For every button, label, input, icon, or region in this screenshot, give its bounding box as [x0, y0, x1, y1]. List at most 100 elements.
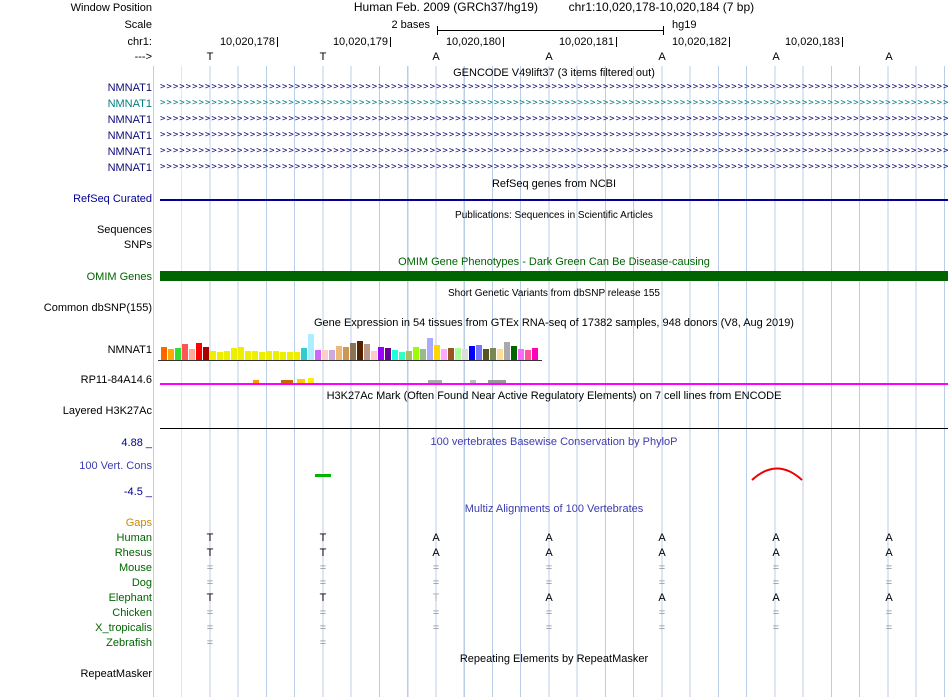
gtex-bar[interactable]	[273, 351, 279, 360]
gtex-bar[interactable]	[210, 351, 216, 360]
gencode-gene-arrow-row[interactable]: >>>>>>>>>>>>>>>>>>>>>>>>>>>>>>>>>>>>>>>>…	[160, 114, 948, 126]
gtex-bar[interactable]	[266, 351, 272, 360]
gtex-bar[interactable]	[336, 346, 342, 360]
gencode-gene-label[interactable]: NMNAT1	[0, 130, 152, 143]
track-label-gtex-nmnat1[interactable]: NMNAT1	[0, 344, 152, 357]
gtex-bar[interactable]	[168, 349, 174, 360]
track-label-rp11[interactable]: RP11-84A14.6	[0, 374, 152, 387]
gtex-bar[interactable]	[490, 348, 496, 360]
rp11-item-line[interactable]	[160, 383, 948, 385]
gtex-bar[interactable]	[280, 352, 286, 360]
track-label-sequences[interactable]: Sequences	[0, 224, 152, 237]
gtex-bar[interactable]	[497, 349, 503, 360]
gtex-bar[interactable]	[238, 347, 244, 360]
multiz-row-label[interactable]: Rhesus	[0, 547, 152, 560]
track-title-phylop[interactable]: 100 vertebrates Basewise Conservation by…	[160, 436, 948, 449]
gtex-bar[interactable]	[511, 346, 517, 360]
gtex-bar[interactable]	[308, 334, 314, 360]
gtex-bar[interactable]	[350, 343, 356, 360]
gtex-bar[interactable]	[182, 344, 188, 360]
gtex-bar[interactable]	[175, 348, 181, 360]
gencode-gene-arrow-row[interactable]: >>>>>>>>>>>>>>>>>>>>>>>>>>>>>>>>>>>>>>>>…	[160, 162, 948, 174]
gencode-gene-arrow-row[interactable]: >>>>>>>>>>>>>>>>>>>>>>>>>>>>>>>>>>>>>>>>…	[160, 82, 948, 94]
gtex-bar[interactable]	[371, 351, 377, 360]
gtex-bar[interactable]	[455, 348, 461, 360]
gtex-bar[interactable]	[462, 349, 468, 360]
gtex-bar[interactable]	[399, 352, 405, 360]
gtex-bar[interactable]	[322, 350, 328, 360]
gtex-bar[interactable]	[217, 352, 223, 360]
multiz-row-label[interactable]: X_tropicalis	[0, 622, 152, 635]
track-label-repeatmasker[interactable]: RepeatMasker	[0, 668, 152, 681]
gtex-bar[interactable]	[378, 347, 384, 360]
track-title-repeatmasker[interactable]: Repeating Elements by RepeatMasker	[160, 653, 948, 666]
multiz-row-label[interactable]: Elephant	[0, 592, 152, 605]
gtex-bar[interactable]	[252, 351, 258, 360]
multiz-row-label[interactable]: Human	[0, 532, 152, 545]
track-title-gtex[interactable]: Gene Expression in 54 tissues from GTEx …	[160, 317, 948, 330]
gtex-bar[interactable]	[364, 344, 370, 360]
gtex-bar[interactable]	[525, 350, 531, 360]
gencode-gene-arrow-row[interactable]: >>>>>>>>>>>>>>>>>>>>>>>>>>>>>>>>>>>>>>>>…	[160, 130, 948, 142]
gtex-bar[interactable]	[224, 351, 230, 360]
scale-value: 2 bases	[391, 19, 430, 31]
gencode-gene-label[interactable]: NMNAT1	[0, 82, 152, 95]
gencode-gene-arrow-row[interactable]: >>>>>>>>>>>>>>>>>>>>>>>>>>>>>>>>>>>>>>>>…	[160, 98, 948, 110]
gencode-gene-label[interactable]: NMNAT1	[0, 162, 152, 175]
track-title-gencode[interactable]: GENCODE V49lift37 (3 items filtered out)	[160, 67, 948, 80]
gtex-bar[interactable]	[287, 352, 293, 360]
gtex-bar[interactable]	[441, 349, 447, 360]
track-label-phylop[interactable]: 100 Vert. Cons	[0, 460, 152, 473]
gtex-bar[interactable]	[161, 347, 167, 360]
gtex-bar[interactable]	[189, 349, 195, 360]
track-label-h3k27ac[interactable]: Layered H3K27Ac	[0, 405, 152, 418]
gtex-bar[interactable]	[434, 345, 440, 360]
gtex-bar[interactable]	[357, 341, 363, 360]
multiz-row-label[interactable]: Chicken	[0, 607, 152, 620]
gencode-gene-label[interactable]: NMNAT1	[0, 98, 152, 111]
gtex-bar[interactable]	[427, 338, 433, 360]
multiz-row-label[interactable]: Mouse	[0, 562, 152, 575]
gtex-bar[interactable]	[469, 346, 475, 360]
gtex-bar[interactable]	[294, 352, 300, 360]
gtex-bar[interactable]	[518, 349, 524, 360]
gtex-bar[interactable]	[532, 348, 538, 360]
track-label-omim-genes[interactable]: OMIM Genes	[0, 271, 152, 284]
gencode-gene-arrow-row[interactable]: >>>>>>>>>>>>>>>>>>>>>>>>>>>>>>>>>>>>>>>>…	[160, 146, 948, 158]
track-label-snps[interactable]: SNPs	[0, 239, 152, 252]
gtex-bar[interactable]	[259, 352, 265, 360]
track-label-refseq-curated[interactable]: RefSeq Curated	[0, 193, 152, 206]
gtex-bar[interactable]	[203, 347, 209, 360]
gencode-gene-label[interactable]: NMNAT1	[0, 146, 152, 159]
track-title-dbsnp[interactable]: Short Genetic Variants from dbSNP releas…	[160, 287, 948, 300]
refseq-curated-item[interactable]	[160, 199, 948, 201]
omim-gene-item[interactable]	[160, 271, 948, 281]
track-label-dbsnp[interactable]: Common dbSNP(155)	[0, 302, 152, 315]
gtex-bar[interactable]	[196, 343, 202, 360]
multiz-row-label[interactable]: Dog	[0, 577, 152, 590]
gtex-bar[interactable]	[343, 347, 349, 360]
gtex-bar[interactable]	[420, 349, 426, 360]
gtex-bar[interactable]	[392, 350, 398, 360]
gtex-bar[interactable]	[315, 350, 321, 360]
gtex-bar[interactable]	[476, 345, 482, 360]
track-title-h3k27ac[interactable]: H3K27Ac Mark (Often Found Near Active Re…	[160, 390, 948, 403]
track-title-omim[interactable]: OMIM Gene Phenotypes - Dark Green Can Be…	[160, 256, 948, 269]
gtex-bar[interactable]	[231, 348, 237, 360]
gtex-bar[interactable]	[448, 348, 454, 360]
gtex-bar[interactable]	[301, 348, 307, 360]
gtex-bar[interactable]	[385, 348, 391, 360]
multiz-row-label[interactable]: Gaps	[0, 517, 152, 530]
gtex-bar[interactable]	[413, 347, 419, 360]
gtex-bar[interactable]	[406, 351, 412, 360]
gencode-gene-label[interactable]: NMNAT1	[0, 114, 152, 127]
track-title-multiz[interactable]: Multiz Alignments of 100 Vertebrates	[160, 503, 948, 516]
gtex-bar[interactable]	[329, 350, 335, 360]
gtex-bar[interactable]	[504, 342, 510, 360]
gtex-bar[interactable]	[483, 349, 489, 360]
gtex-bar[interactable]	[245, 351, 251, 360]
phylop-max-label: 4.88 _	[121, 437, 152, 449]
multiz-row-label[interactable]: Zebrafish	[0, 637, 152, 650]
track-title-refseq[interactable]: RefSeq genes from NCBI	[160, 178, 948, 191]
track-title-publications[interactable]: Publications: Sequences in Scientific Ar…	[160, 209, 948, 222]
